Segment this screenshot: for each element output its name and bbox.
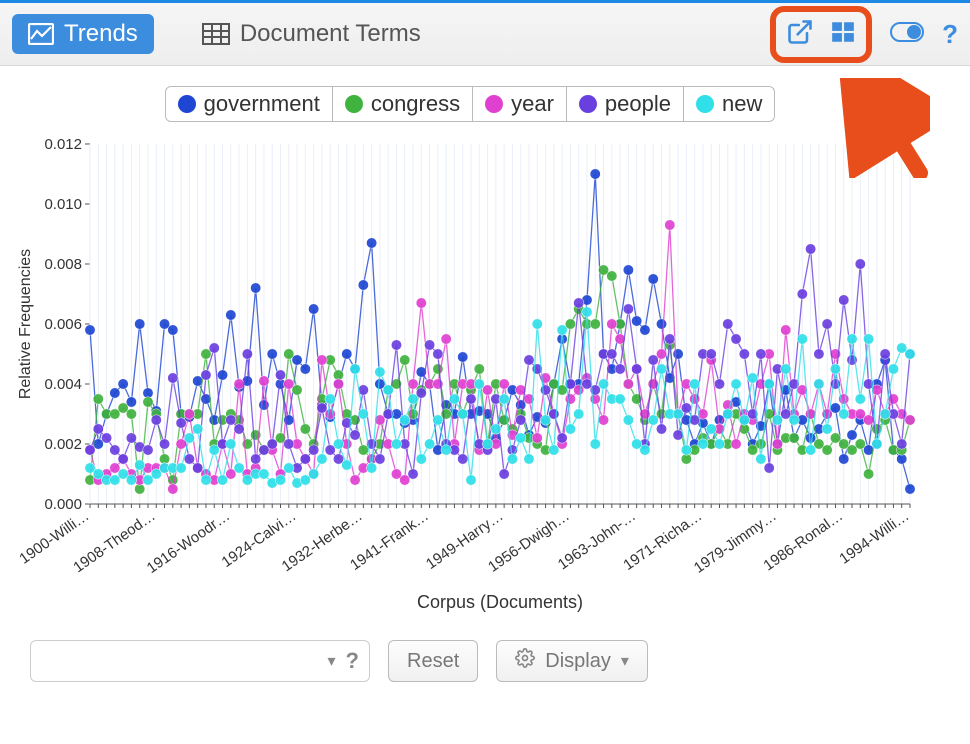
gear-icon [515,648,535,674]
button-label: Display [545,650,611,673]
grid-icon [202,23,230,45]
search-input[interactable] [41,640,318,682]
trend-plot: 0.000 0.002 0.004 0.006 0.008 0.010 0.012 Relat… [10,134,930,614]
search-box[interactable]: ▾ ? [30,640,370,682]
legend-item[interactable]: year [473,86,567,122]
legend-item[interactable]: people [567,86,684,122]
svg-text:1994-Willi…: 1994-Willi… [836,507,912,567]
tab-trends[interactable]: Trends [12,14,154,54]
legend-label: year [511,91,554,117]
windows-icon[interactable] [830,19,856,50]
chart-panel: governmentcongressyearpeoplenew 0.0000.0… [0,66,970,626]
legend-dot [485,95,503,113]
legend-label: government [204,91,320,117]
svg-text:Corpus (Documents): Corpus (Documents) [417,592,583,612]
display-button[interactable]: Display ▾ [496,640,648,682]
svg-text:0.010: 0.010 [44,196,82,213]
help-icon[interactable]: ? [346,648,359,674]
reset-button[interactable]: Reset [388,640,478,682]
legend-item[interactable]: congress [333,86,473,122]
tab-document-terms[interactable]: Document Terms [186,14,437,54]
legend-dot [696,95,714,113]
toggle-icon[interactable] [890,22,924,47]
legend-label: congress [371,91,460,117]
tab-label: Document Terms [240,20,421,48]
line-chart-icon [28,23,54,45]
legend-item[interactable]: government [165,86,333,122]
legend-item[interactable]: new [684,86,775,122]
toolbar: Trends Document Terms [0,0,970,66]
legend-dot [178,95,196,113]
chevron-down-icon[interactable]: ▾ [328,651,336,671]
svg-text:0.002: 0.002 [44,436,82,453]
help-icon[interactable]: ? [942,19,958,50]
svg-text:0.008: 0.008 [44,256,82,273]
footer-controls: ▾ ? Reset Display ▾ [0,626,970,696]
svg-text:Relative Frequencies: Relative Frequencies [17,249,34,399]
legend-label: new [722,91,762,117]
legend-dot [579,95,597,113]
toolbar-actions: ? [770,6,958,63]
legend-label: people [605,91,671,117]
svg-text:0.006: 0.006 [44,316,82,333]
svg-text:0.000: 0.000 [44,496,82,513]
button-label: Reset [407,650,459,673]
chevron-down-icon: ▾ [621,651,629,671]
svg-text:1916-Woodr…: 1916-Woodr… [144,507,233,577]
export-highlight [770,6,872,63]
external-link-icon[interactable] [786,18,814,51]
legend: government congress year people new [10,86,930,122]
legend-dot [345,95,363,113]
tab-label: Trends [64,20,138,48]
svg-text:0.012: 0.012 [44,136,82,153]
svg-text:0.004: 0.004 [44,376,82,393]
